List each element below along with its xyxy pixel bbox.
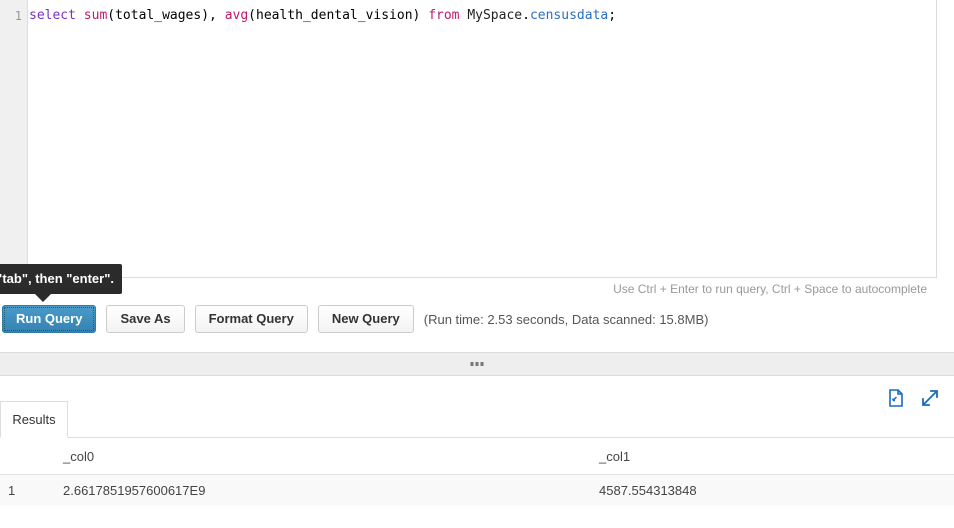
cell-col0: 2.6617851957600617E9 <box>38 474 583 505</box>
sql-token-plain <box>76 8 84 23</box>
table-header-row: _col0 _col1 <box>0 438 954 475</box>
sql-token-func: avg <box>224 8 249 23</box>
sql-token-plain: (health_dental_vision) <box>248 8 429 23</box>
editor-gutter: 1 <box>0 0 28 277</box>
results-table: _col0 _col1 1 2.6617851957600617E9 4587.… <box>0 438 954 505</box>
row-index: 1 <box>0 474 38 505</box>
query-code-line[interactable]: select sum(total_wages), avg(health_dent… <box>29 8 936 24</box>
sql-token-plain: . <box>522 8 530 23</box>
editor-toolbar: Run Query Save As Format Query New Query… <box>0 304 708 334</box>
sql-token-table: censusdata <box>529 8 609 23</box>
run-query-button[interactable]: Run Query <box>2 305 97 333</box>
keyboard-hint-tooltip: s "tab", then "enter". <box>0 264 122 294</box>
expand-arrows-icon[interactable] <box>920 388 940 408</box>
line-number-1: 1 <box>14 9 22 23</box>
save-as-button[interactable]: Save As <box>106 305 185 333</box>
splitter-grip-icon[interactable] <box>470 362 484 366</box>
sql-token-from: from <box>428 8 460 23</box>
format-query-button[interactable]: Format Query <box>194 305 308 333</box>
cell-col1: 4587.554313848 <box>583 474 954 505</box>
tab-results[interactable]: Results <box>0 401 68 438</box>
query-editor-pane[interactable]: 1 select sum(total_wages), avg(health_de… <box>0 0 937 278</box>
editor-hint-text: Use Ctrl + Enter to run query, Ctrl + Sp… <box>613 282 927 296</box>
tooltip-arrow-icon <box>35 294 51 302</box>
results-panel: Results _col0 _col1 1 2.6617851957600617… <box>0 376 954 528</box>
file-download-icon[interactable] <box>886 388 906 408</box>
sql-token-func: sum <box>83 8 108 23</box>
column-header-col0: _col0 <box>38 438 583 475</box>
sql-token-plain: ; <box>608 8 617 23</box>
sql-token-plain: (total_wages), <box>107 8 225 23</box>
results-actions <box>886 388 940 408</box>
sql-token-schema: MySpace <box>467 8 523 23</box>
panel-splitter[interactable] <box>0 352 954 376</box>
sql-token-keyword: select <box>29 8 76 23</box>
column-header-index <box>0 438 38 475</box>
new-query-button[interactable]: New Query <box>317 305 414 333</box>
column-header-col1: _col1 <box>583 438 954 475</box>
table-row[interactable]: 1 2.6617851957600617E9 4587.554313848 <box>0 474 954 505</box>
run-statistics-text: (Run time: 2.53 seconds, Data scanned: 1… <box>423 311 709 327</box>
